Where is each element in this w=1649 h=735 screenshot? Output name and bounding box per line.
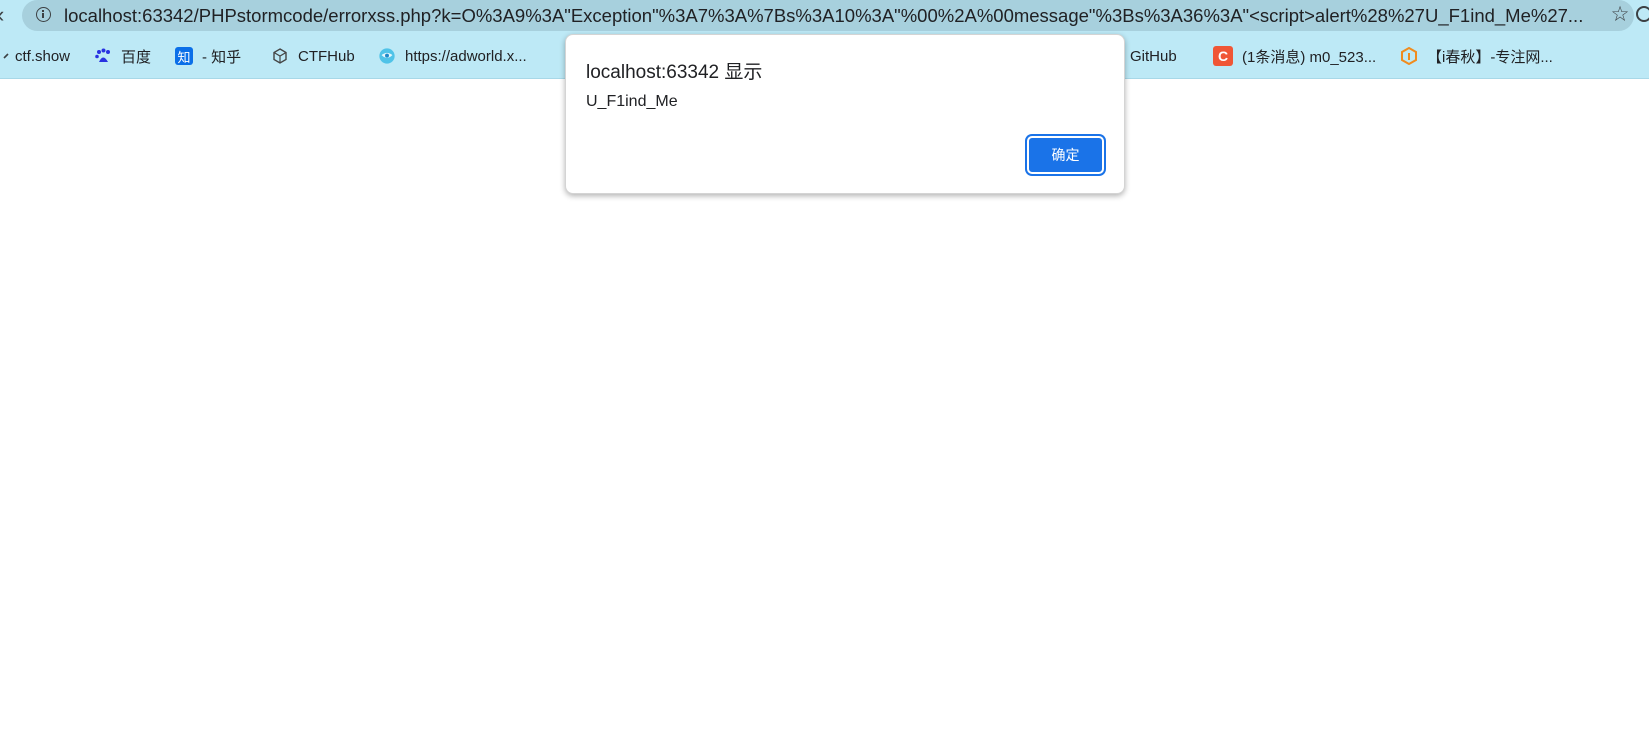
adworld-globe-icon	[378, 47, 396, 65]
site-info-icon[interactable]	[36, 7, 51, 22]
bookmark-star-icon[interactable]: ☆	[1606, 2, 1634, 27]
dialog-title: localhost:63342 显示	[586, 62, 763, 83]
alert-dialog: localhost:63342 显示 U_F1ind_Me 确定	[565, 34, 1125, 194]
zhihu-icon: 知	[175, 47, 193, 65]
dialog-message: U_F1ind_Me	[586, 93, 678, 110]
bookmark-label: 【i春秋】-专注网...	[1427, 48, 1553, 66]
address-bar[interactable]: localhost:63342/PHPstormcode/errorxss.ph…	[22, 0, 1634, 31]
url-text[interactable]: localhost:63342/PHPstormcode/errorxss.ph…	[64, 5, 1594, 27]
ok-button[interactable]: 确定	[1027, 136, 1104, 174]
bookmark-baidu[interactable]: 百度	[94, 44, 151, 68]
profile-icon[interactable]	[1636, 6, 1649, 22]
bookmark-ctfhub[interactable]: CTFHub	[271, 44, 355, 68]
ctfhub-cube-icon	[271, 47, 289, 65]
bookmark-csdn[interactable]: C (1条消息) m0_523...	[1213, 44, 1376, 68]
bookmark-adworld[interactable]: https://adworld.x...	[378, 44, 527, 68]
bookmark-label: 百度	[121, 48, 152, 66]
bookmark-label: - 知乎	[202, 48, 242, 66]
back-arrow-icon[interactable]: ‹	[0, 2, 4, 28]
baidu-paw-icon	[94, 47, 112, 65]
bookmark-label: ctf.show	[15, 47, 71, 65]
bookmark-zhihu[interactable]: 知 - 知乎	[175, 44, 241, 68]
csdn-icon: C	[1213, 46, 1233, 66]
bookmark-label: (1条消息) m0_523...	[1242, 48, 1377, 66]
bookmark-label: https://adworld.x...	[405, 47, 527, 65]
bookmark-label: GitHub	[1130, 47, 1177, 65]
bookmark-label: CTFHub	[298, 47, 355, 65]
bookmark-ctfshow[interactable]: ctf.show	[2, 44, 70, 68]
ichunqiu-icon	[1400, 47, 1418, 65]
arrow-icon	[2, 47, 10, 65]
bookmark-ichunqiu[interactable]: 【i春秋】-专注网...	[1400, 44, 1553, 68]
